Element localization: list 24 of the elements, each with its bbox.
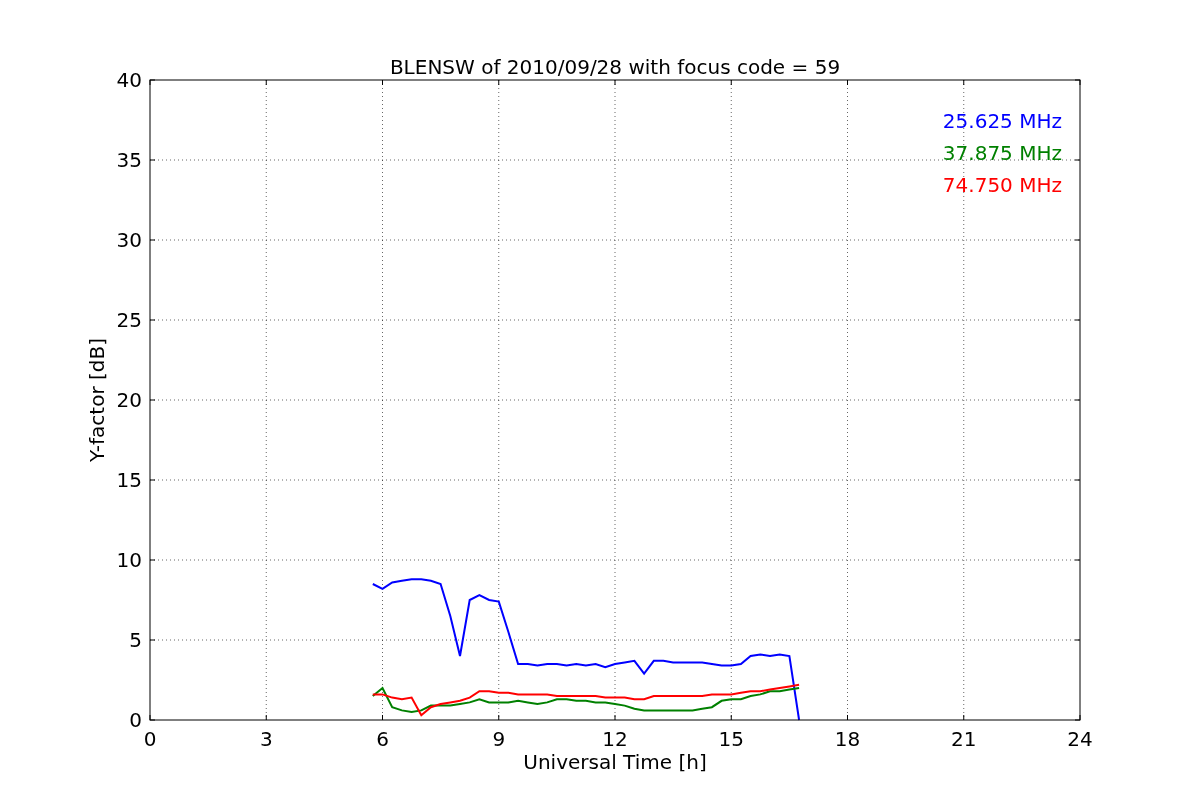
x-tick-label: 24 <box>1067 727 1093 751</box>
legend-label: 74.750 MHz <box>942 173 1062 197</box>
y-tick-label: 35 <box>116 148 142 172</box>
y-tick-label: 5 <box>129 628 142 652</box>
legend-label: 25.625 MHz <box>942 109 1062 133</box>
x-tick-label: 3 <box>259 727 273 751</box>
y-axis-label: Y-factor [dB] <box>85 338 109 462</box>
x-tick-label: 18 <box>834 727 861 751</box>
x-tick-label: 12 <box>602 727 628 751</box>
y-tick-label: 40 <box>116 68 142 92</box>
x-tick-label: 9 <box>492 727 506 751</box>
y-tick-label: 15 <box>116 468 142 492</box>
x-tick-label: 21 <box>951 727 977 751</box>
y-tick-label: 0 <box>129 708 142 732</box>
x-tick-label: 15 <box>718 727 744 751</box>
y-tick-label: 25 <box>116 308 142 332</box>
y-tick-label: 20 <box>116 388 142 412</box>
x-tick-label: 0 <box>143 727 157 751</box>
y-tick-label: 30 <box>116 228 142 252</box>
x-tick-label: 6 <box>376 727 389 751</box>
y-tick-label: 10 <box>116 548 142 572</box>
x-axis-label: Universal Time [h] <box>523 750 707 774</box>
legend-label: 37.875 MHz <box>942 141 1062 165</box>
chart-title: BLENSW of 2010/09/28 with focus code = 59 <box>389 55 841 79</box>
